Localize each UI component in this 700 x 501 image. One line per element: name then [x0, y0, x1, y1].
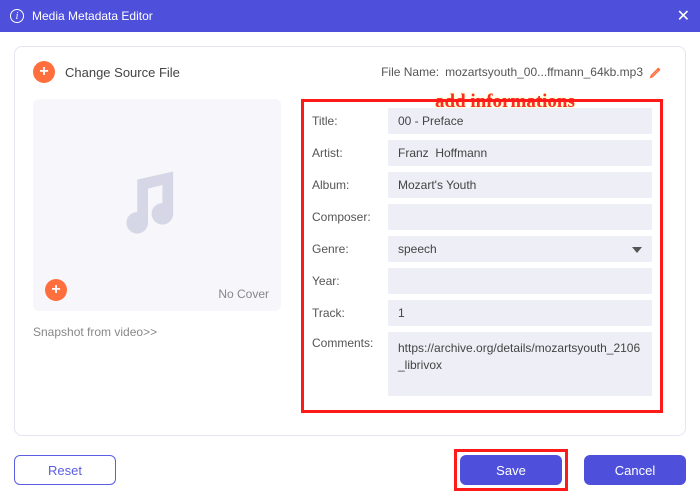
change-source-label: Change Source File: [65, 65, 180, 80]
add-cover-button[interactable]: +: [45, 279, 67, 301]
composer-label: Composer:: [312, 210, 388, 224]
cover-column: + No Cover Snapshot from video>>: [33, 99, 281, 413]
comments-input[interactable]: [388, 332, 652, 396]
body: + Change Source File File Name: mozartsy…: [0, 32, 700, 501]
music-icon: [112, 158, 202, 253]
track-input[interactable]: [388, 300, 652, 326]
year-input[interactable]: [388, 268, 652, 294]
plus-icon[interactable]: +: [33, 61, 55, 83]
comments-label: Comments:: [312, 332, 388, 350]
album-label: Album:: [312, 178, 388, 192]
titlebar[interactable]: i Media Metadata Editor ✕: [0, 0, 700, 32]
file-name: File Name: mozartsyouth_00...ffmann_64kb…: [381, 65, 663, 79]
row-composer: Composer:: [312, 204, 652, 230]
info-icon: i: [10, 9, 24, 23]
row-artist: Artist:: [312, 140, 652, 166]
form-highlight-box: Title: Artist: Album: Composer:: [301, 99, 663, 413]
title-input[interactable]: [388, 108, 652, 134]
row-track: Track:: [312, 300, 652, 326]
track-label: Track:: [312, 306, 388, 320]
cancel-button[interactable]: Cancel: [584, 455, 686, 485]
row-comments: Comments:: [312, 332, 652, 396]
no-cover-label: No Cover: [218, 287, 269, 301]
form-column: Title: Artist: Album: Composer:: [301, 99, 663, 413]
window-title: Media Metadata Editor: [32, 9, 677, 23]
pencil-icon[interactable]: [649, 65, 663, 79]
genre-select[interactable]: [388, 236, 652, 262]
composer-input[interactable]: [388, 204, 652, 230]
save-button[interactable]: Save: [460, 455, 562, 485]
snapshot-link[interactable]: Snapshot from video>>: [33, 325, 157, 339]
row-album: Album:: [312, 172, 652, 198]
change-source[interactable]: + Change Source File: [33, 61, 180, 83]
artist-label: Artist:: [312, 146, 388, 160]
row-year: Year:: [312, 268, 652, 294]
row-title: Title:: [312, 108, 652, 134]
reset-button[interactable]: Reset: [14, 455, 116, 485]
file-name-value: mozartsyouth_00...ffmann_64kb.mp3: [445, 65, 643, 79]
genre-label: Genre:: [312, 242, 388, 256]
card: + Change Source File File Name: mozartsy…: [14, 46, 686, 436]
genre-input[interactable]: [388, 236, 652, 262]
album-input[interactable]: [388, 172, 652, 198]
row-genre: Genre:: [312, 236, 652, 262]
file-name-label: File Name:: [381, 65, 439, 79]
close-icon[interactable]: ✕: [677, 6, 690, 26]
cover-box: + No Cover: [33, 99, 281, 311]
main-row: + No Cover Snapshot from video>> Title: …: [33, 99, 663, 413]
title-label: Title:: [312, 114, 388, 128]
save-highlight-box: Save: [454, 449, 568, 491]
year-label: Year:: [312, 274, 388, 288]
footer: Reset Save Cancel: [14, 449, 686, 491]
top-row: + Change Source File File Name: mozartsy…: [33, 61, 663, 83]
artist-input[interactable]: [388, 140, 652, 166]
